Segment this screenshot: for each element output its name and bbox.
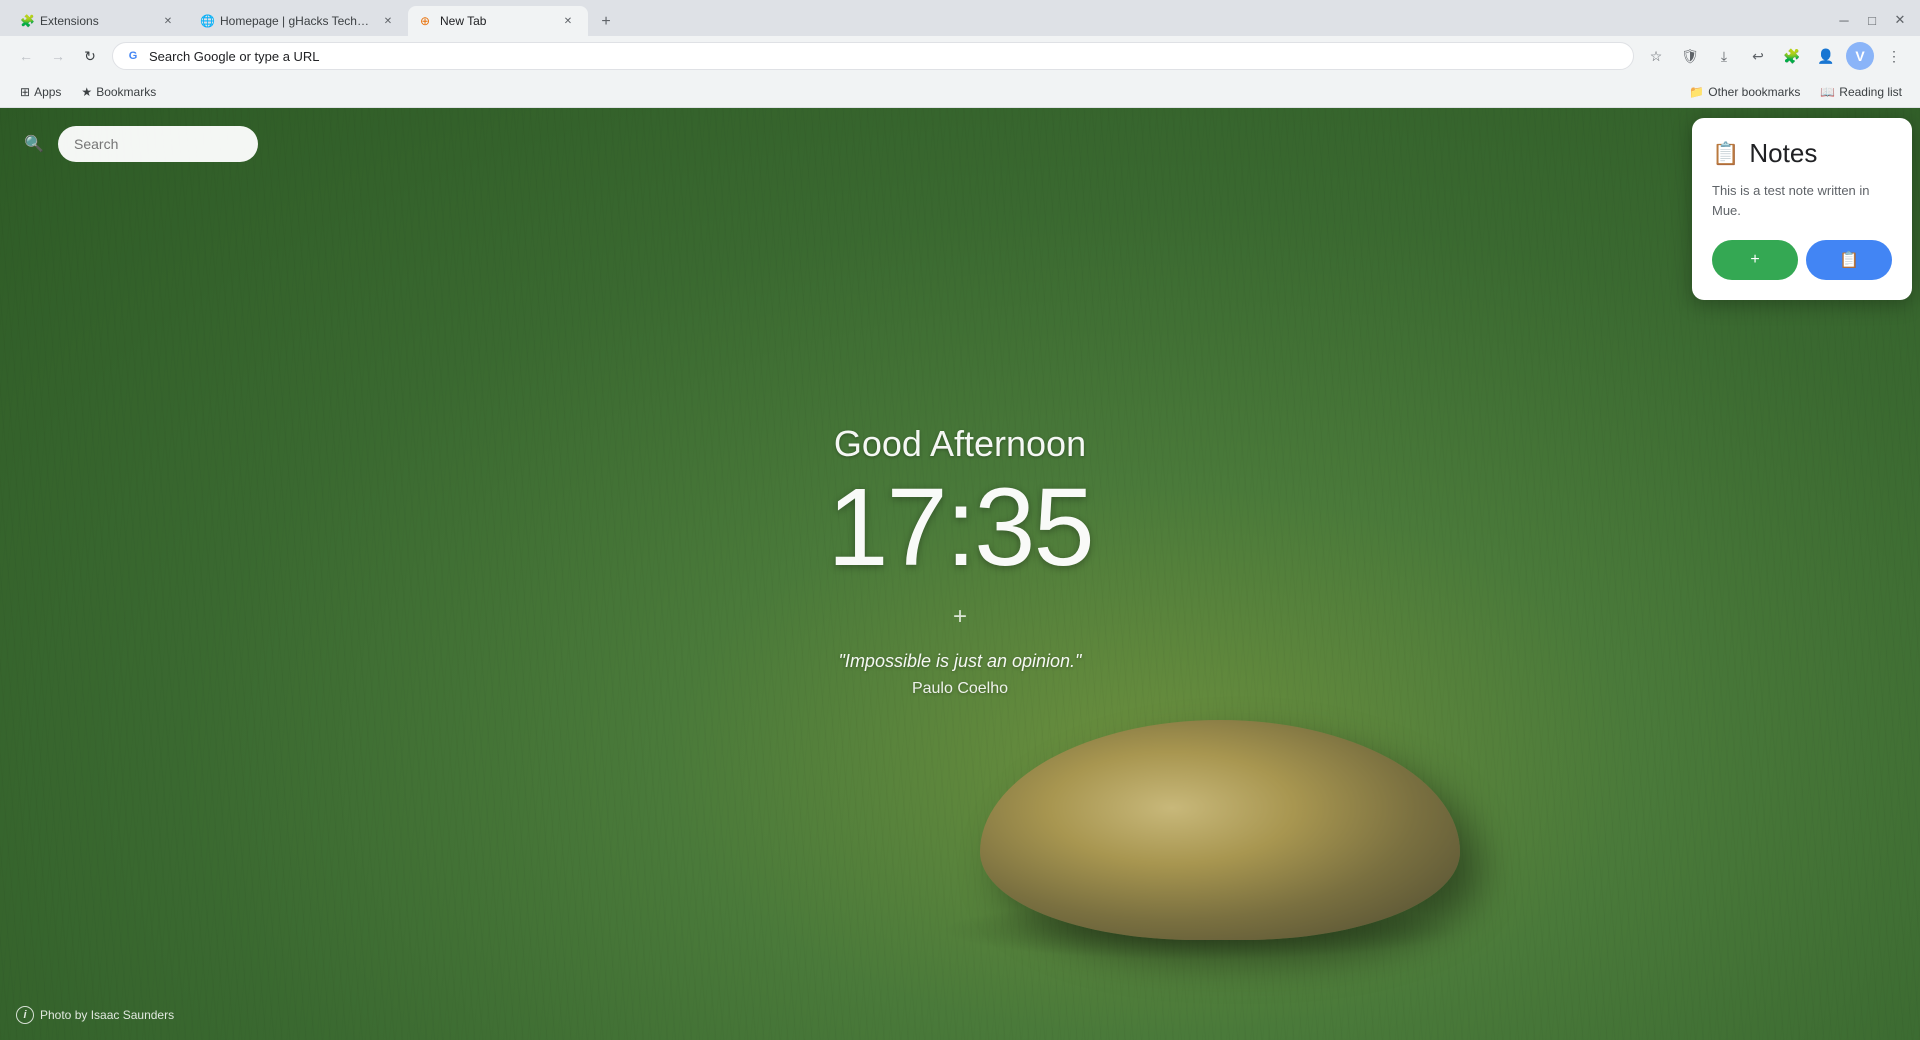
notes-add-icon: +	[1750, 251, 1759, 269]
other-bookmarks-label: Other bookmarks	[1708, 85, 1800, 99]
address-bar: ← → ↻ G Search Google or type a URL ☆ 🛡 …	[0, 36, 1920, 76]
tab-newtab[interactable]: ⊕ New Tab ✕	[408, 6, 588, 36]
star-bookmark-icon: ★	[81, 85, 92, 99]
photo-credit: i Photo by Isaac Saunders	[16, 1006, 174, 1024]
notes-copy-button[interactable]: 📋	[1806, 240, 1892, 280]
apps-icon: ⊞	[20, 85, 30, 99]
forward-button[interactable]: →	[44, 42, 72, 70]
other-bookmarks-icon: 📁	[1689, 85, 1704, 99]
tab-ghacks[interactable]: 🌐 Homepage | gHacks Technology... ✕	[188, 6, 408, 36]
notes-actions: + 📋	[1712, 240, 1892, 280]
notes-panel-content: This is a test note written in Mue.	[1712, 181, 1892, 220]
apps-label: Apps	[34, 85, 61, 99]
nav-buttons: ← → ↻	[12, 42, 104, 70]
back-button[interactable]: ←	[12, 42, 40, 70]
browser-chrome: 🧩 Extensions ✕ 🌐 Homepage | gHacks Techn…	[0, 0, 1920, 108]
extensions-button[interactable]: 🧩	[1778, 42, 1806, 70]
url-bar[interactable]: G Search Google or type a URL	[112, 42, 1634, 70]
download-button[interactable]: ⤓	[1710, 42, 1738, 70]
reading-list-icon: 📖	[1820, 85, 1835, 99]
address-bar-right: ☆ 🛡 ⤓ ↩ 🧩 👤 V ⋮	[1642, 42, 1908, 70]
center-content: Good Afternoon 17:35 + "Impossible is ju…	[827, 423, 1092, 698]
notes-copy-icon: 📋	[1839, 250, 1859, 270]
tab-ghacks-title: Homepage | gHacks Technology...	[220, 14, 374, 28]
other-bookmarks-item[interactable]: 📁 Other bookmarks	[1683, 83, 1806, 101]
plus-icon: +	[942, 599, 978, 635]
bookmarks-bar: ⊞ Apps ★ Bookmarks 📁 Other bookmarks 📖 R…	[0, 76, 1920, 108]
maximize-button[interactable]: □	[1860, 8, 1884, 32]
close-button[interactable]: ✕	[1888, 8, 1912, 32]
minimize-button[interactable]: ─	[1832, 8, 1856, 32]
clock-display: 17:35	[827, 473, 1092, 583]
url-text: Search Google or type a URL	[149, 49, 1621, 64]
extensions-favicon: 🧩	[20, 14, 34, 28]
reload-button[interactable]: ↻	[76, 42, 104, 70]
tab-bar-right-controls: ─ □ ✕	[1832, 8, 1912, 36]
google-g-icon: G	[125, 48, 141, 64]
notes-header: 📋 Notes	[1712, 138, 1892, 169]
newtab-favicon: ⊕	[420, 14, 434, 28]
photo-credit-text: Photo by Isaac Saunders	[40, 1008, 174, 1022]
notes-add-button[interactable]: +	[1712, 240, 1798, 280]
sync-button[interactable]: 👤	[1812, 42, 1840, 70]
bookmarks-bookmarks[interactable]: ★ Bookmarks	[73, 81, 164, 103]
rock-body	[980, 720, 1460, 940]
ghacks-favicon: 🌐	[200, 14, 214, 28]
tab-extensions[interactable]: 🧩 Extensions ✕	[8, 6, 188, 36]
bookmark-page-button[interactable]: ☆	[1642, 42, 1670, 70]
greeting-text: Good Afternoon	[827, 423, 1092, 465]
notes-panel-icon: 📋	[1712, 141, 1739, 167]
search-icon: 🔍	[18, 128, 50, 160]
back-history-button[interactable]: ↩	[1744, 42, 1772, 70]
menu-button[interactable]: ⋮	[1880, 42, 1908, 70]
notes-panel-title: Notes	[1749, 138, 1817, 169]
new-tab-page: 🔍 ⛶ ☆ 📋 ↻ ⚙ Good Afternoon 17:35 + "Impo…	[0, 108, 1920, 1040]
browser-guard-icon[interactable]: 🛡	[1676, 42, 1704, 70]
profile-button[interactable]: V	[1846, 42, 1874, 70]
search-input[interactable]	[58, 126, 258, 162]
search-container: 🔍	[18, 126, 258, 162]
tab-bar: 🧩 Extensions ✕ 🌐 Homepage | gHacks Techn…	[0, 0, 1920, 36]
tab-newtab-close[interactable]: ✕	[560, 13, 576, 29]
reading-list-item[interactable]: 📖 Reading list	[1814, 83, 1908, 101]
notes-panel: 📋 Notes This is a test note written in M…	[1692, 118, 1912, 300]
tab-newtab-title: New Tab	[440, 14, 554, 28]
info-icon[interactable]: i	[16, 1006, 34, 1024]
bookmarks-apps[interactable]: ⊞ Apps	[12, 81, 69, 103]
tab-extensions-close[interactable]: ✕	[160, 13, 176, 29]
quote-text: "Impossible is just an opinion."	[827, 651, 1092, 672]
add-widget-button[interactable]: +	[827, 599, 1092, 635]
add-tab-button[interactable]: +	[592, 8, 620, 36]
bookmarks-label: Bookmarks	[96, 85, 156, 99]
reading-list-label: Reading list	[1839, 85, 1902, 99]
tab-ghacks-close[interactable]: ✕	[380, 13, 396, 29]
tab-extensions-title: Extensions	[40, 14, 154, 28]
bookmarks-bar-right: 📁 Other bookmarks 📖 Reading list	[1683, 83, 1908, 101]
quote-author: Paulo Coelho	[827, 680, 1092, 698]
